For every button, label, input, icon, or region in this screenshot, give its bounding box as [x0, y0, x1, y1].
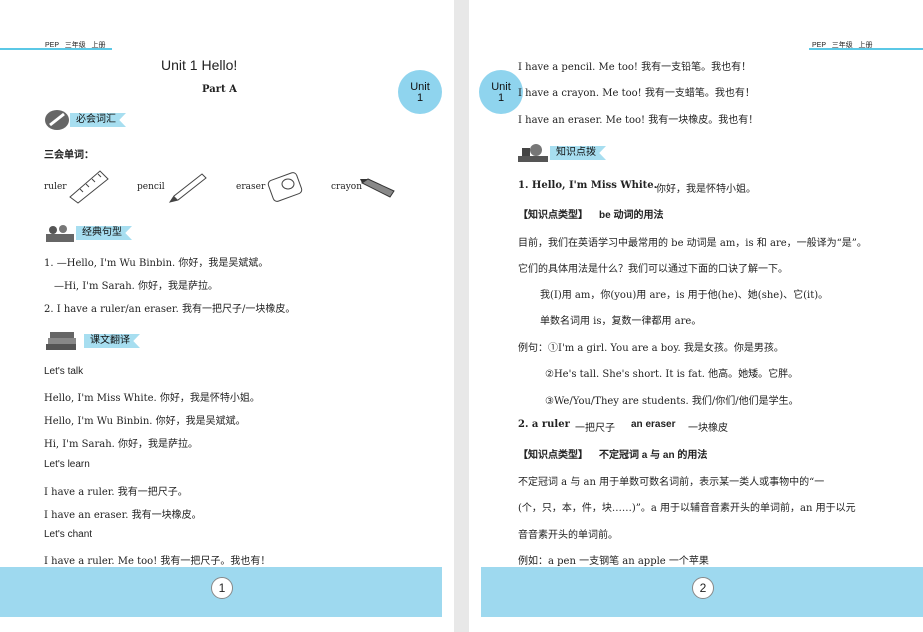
- type1-label: 【知识点类型】: [518, 210, 588, 221]
- ruler-icon: [69, 170, 109, 204]
- badge-num: 1: [497, 92, 505, 104]
- badge-num: 1: [416, 92, 424, 104]
- page-footer: 2: [481, 567, 923, 617]
- learn-heading: Let's learn: [44, 459, 90, 470]
- type2-label: 【知识点类型】: [518, 450, 588, 461]
- page-1: PEP 三年级 上册 Unit 1 Hello! Part A Unit 1 必…: [0, 0, 454, 632]
- type2-text: 不定冠词 a 与 an 的用法: [599, 450, 708, 461]
- header-rule: [809, 48, 923, 50]
- para2-line-1: 不定冠词 a 与 an 用于单数可数名词前，表示某一类人或事物中的“一: [518, 477, 825, 488]
- header-rule: [0, 48, 112, 50]
- chant-line-1: I have a ruler. Me too! 我有一把尺子。我也有！: [44, 556, 271, 567]
- page-footer: 1: [0, 567, 442, 617]
- unit-badge: Unit 1: [479, 70, 523, 114]
- section-translation: 课文翻译: [44, 330, 184, 352]
- pencil-icon: [168, 173, 207, 203]
- rhyme-line-1: 我(I)用 am，你(you)用 are，is 用于他(he)、她(she)、它…: [540, 290, 829, 301]
- point1-cn: 你好，我是怀特小姐。: [656, 184, 756, 195]
- page-number: 1: [211, 577, 233, 599]
- learn-line-2: I have an eraser. 我有一块橡皮。: [44, 510, 202, 521]
- talk-line-1: Hello, I'm Miss White. 你好，我是怀特小姐。: [44, 393, 260, 404]
- talk-line-2: Hello, I'm Wu Binbin. 你好，我是吴斌斌。: [44, 416, 246, 427]
- top-line-1: I have a pencil. Me too! 我有一支铅笔。我也有！: [518, 62, 752, 73]
- rhyme-line-2: 单数名词用 is，复数一律都用 are。: [540, 316, 702, 327]
- section-knowledge-label: 知识点拨: [550, 146, 606, 160]
- section-vocab-label: 必会词汇: [70, 113, 126, 127]
- section-knowledge: 知识点拨: [516, 142, 656, 164]
- lightbulb-badge-icon: [518, 144, 548, 162]
- part-title: Part A: [202, 84, 237, 95]
- talk-line-3: Hi, I'm Sarah. 你好，我是萨拉。: [44, 439, 198, 450]
- eraser-icon: [267, 172, 303, 202]
- point2-end: 一块橡皮: [688, 423, 728, 434]
- top-line-3: I have an eraser. Me too! 我有一块橡皮。我也有！: [518, 115, 759, 126]
- pencil-badge-icon: [45, 110, 69, 130]
- point1-title: 1. Hello, I'm Miss White.: [518, 180, 658, 191]
- crayon-icon: [360, 178, 395, 198]
- para2-line-3: 音音素开头的单词前。: [518, 530, 618, 541]
- page-number: 2: [692, 577, 714, 599]
- sentence-line-1: 1. —Hello, I'm Wu Binbin. 你好，我是吴斌斌。: [44, 258, 269, 269]
- top-line-2: I have a crayon. Me too! 我有一支蜡笔。我也有！: [518, 88, 755, 99]
- example-last: 例如：a pen 一支钢笔 an apple 一个苹果: [518, 556, 709, 567]
- word-eraser: eraser: [236, 182, 266, 192]
- section-vocab: 必会词汇: [44, 109, 184, 131]
- sentence-line-2: —Hi, I'm Sarah. 你好，我是萨拉。: [54, 281, 218, 292]
- unit-badge: Unit 1: [398, 70, 442, 114]
- chant-heading: Let's chant: [44, 529, 93, 540]
- unit-title: Unit 1 Hello!: [161, 57, 238, 73]
- section-translation-label: 课文翻译: [84, 334, 140, 348]
- type1-text: be 动词的用法: [599, 210, 664, 221]
- para2-line-2: (个，只，本，件，块……)”。a 用于以辅音音素开头的单词前，an 用于以元: [518, 503, 856, 514]
- sentence-line-3: 2. I have a ruler/an eraser. 我有一把尺子/一块橡皮…: [44, 304, 296, 315]
- example-line-3: ③We/You/They are students. 我们/你们/他们是学生。: [545, 396, 799, 407]
- learn-line-1: I have a ruler. 我有一把尺子。: [44, 487, 188, 498]
- word-ruler: ruler: [44, 182, 67, 192]
- point2-mid: 一把尺子: [575, 423, 615, 434]
- page-2: PEP 三年级 上册 Unit 1 I have a pencil. Me to…: [469, 0, 923, 632]
- word-crayon: crayon: [331, 182, 363, 192]
- talk-heading: Let's talk: [44, 366, 84, 377]
- para1-line-1: 目前，我们在英语学习中最常用的 be 动词是 am，is 和 are，一般译为“…: [518, 238, 867, 249]
- section-sentences-label: 经典句型: [76, 226, 132, 240]
- point2-prefix: 2. a ruler: [518, 419, 570, 430]
- para1-line-2: 它们的具体用法是什么？我们可以通过下面的口诀了解一下。: [518, 264, 788, 275]
- example-line-2: ②He's tall. She's short. It is fat. 他高。她…: [545, 369, 799, 380]
- sanhui-label: 三会单词：: [44, 150, 94, 161]
- books-badge-icon: [46, 332, 76, 350]
- section-sentences: 经典句型: [44, 222, 184, 244]
- people-badge-icon: [46, 225, 74, 242]
- word-pencil: pencil: [137, 182, 165, 192]
- example-line-1: 例句：①I'm a girl. You are a boy. 我是女孩。你是男孩…: [518, 343, 784, 354]
- point2-word: an eraser: [631, 419, 676, 430]
